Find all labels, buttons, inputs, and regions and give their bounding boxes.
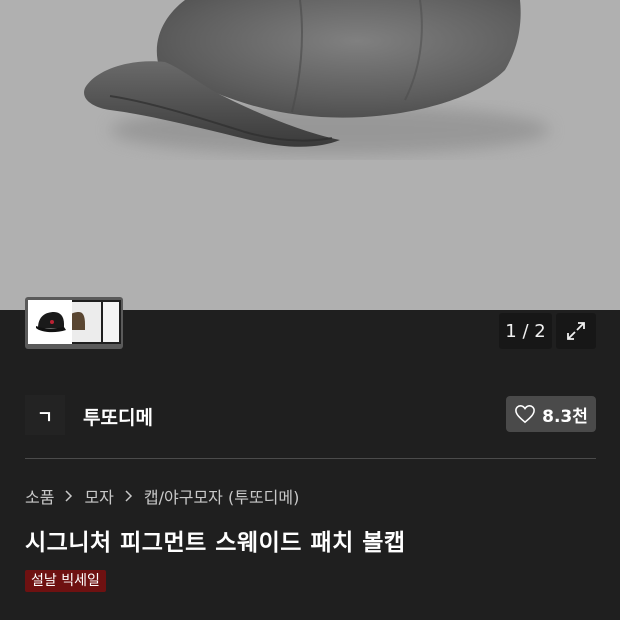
breadcrumb: 소품 모자 캡/야구모자 (투또디메) (25, 484, 299, 508)
divider (25, 458, 596, 459)
like-button[interactable]: 8.3천 (506, 396, 596, 432)
chevron-right-icon (125, 490, 132, 502)
product-page: 1 / 2 ㄱ 투또디메 8.3천 소품 모자 캡/야구모자 (투또디메) 시그… (0, 0, 620, 620)
expand-icon (567, 322, 585, 340)
breadcrumb-item[interactable]: 캡/야구모자 (투또디메) (144, 484, 299, 508)
expand-button[interactable] (556, 313, 596, 349)
image-counter: 1 / 2 (499, 313, 552, 349)
brand-row: ㄱ 투또디메 8.3천 (25, 393, 596, 437)
sale-badge: 설날 빅세일 (25, 570, 106, 592)
black-cap-icon (36, 312, 66, 333)
breadcrumb-item[interactable]: 소품 (25, 484, 54, 508)
brand-logo[interactable]: ㄱ (25, 395, 65, 435)
product-image[interactable] (0, 0, 620, 310)
brand-name[interactable]: 투또디메 (83, 403, 153, 430)
like-count: 8.3천 (542, 406, 588, 427)
chevron-right-icon (65, 490, 73, 502)
cap-illustration (84, 0, 550, 155)
thumbnail-black-cap[interactable] (28, 300, 72, 344)
breadcrumb-item[interactable]: 모자 (84, 484, 113, 508)
thumbnail-strip[interactable] (25, 297, 123, 349)
product-title: 시그니처 피그먼트 스웨이드 패치 볼캡 (25, 530, 406, 556)
heart-icon (515, 405, 535, 424)
brand-logo-text: ㄱ (37, 407, 53, 428)
